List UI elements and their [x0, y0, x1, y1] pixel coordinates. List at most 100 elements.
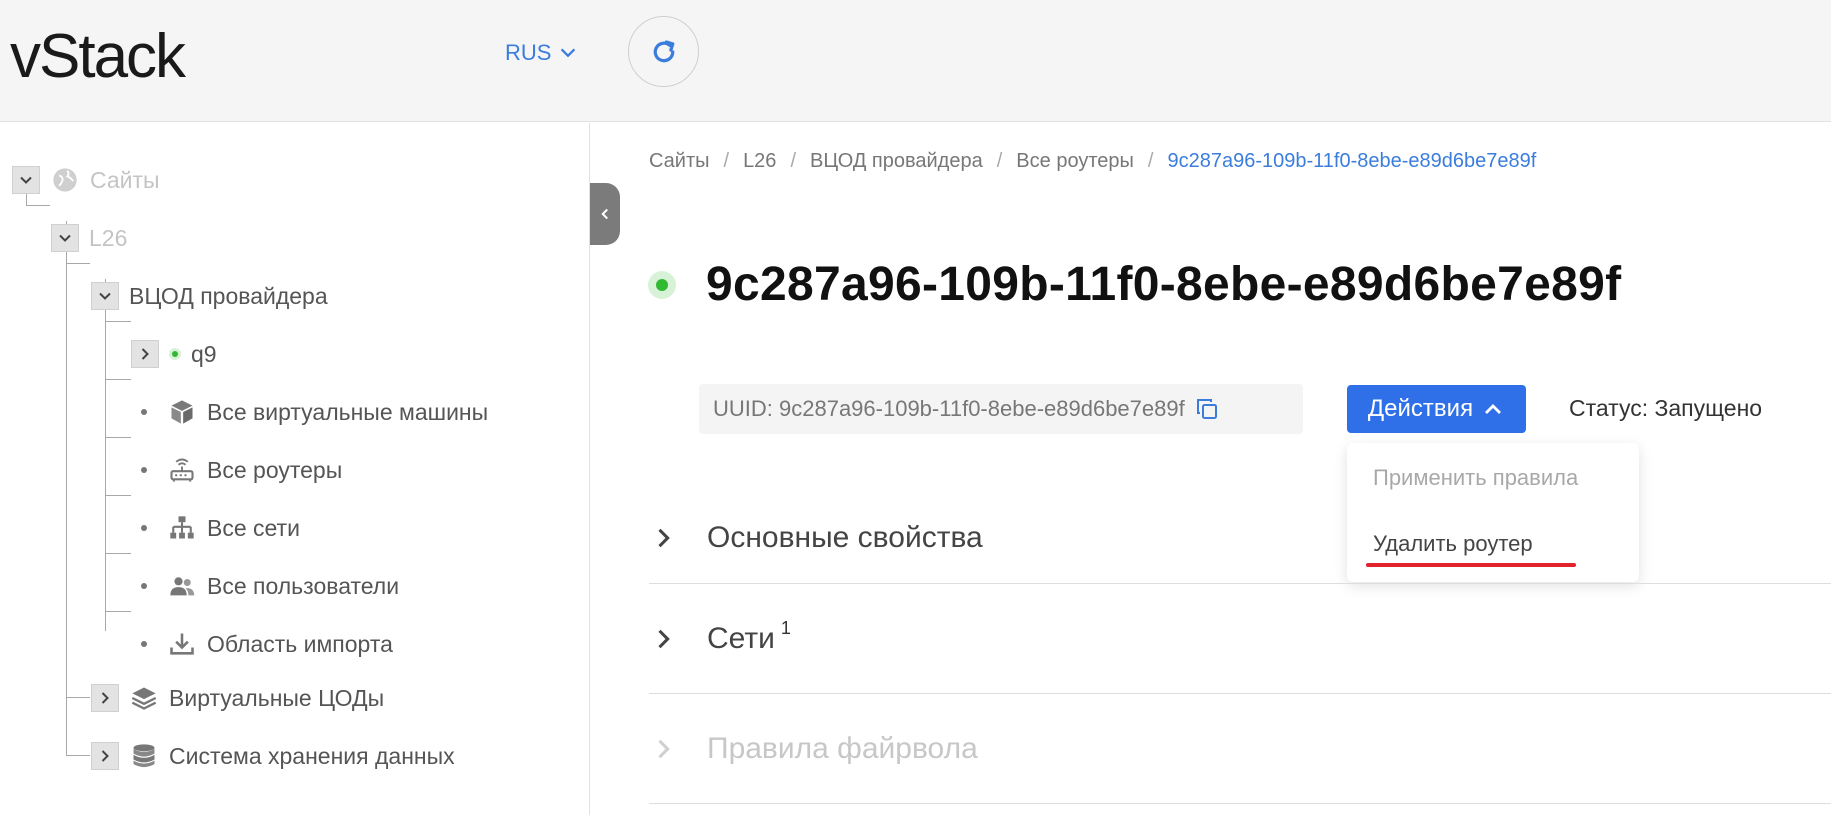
tree-label: ВЦОД провайдера: [129, 282, 328, 309]
tree-node-all-vms[interactable]: Все виртуальные машины: [141, 395, 488, 429]
tree-node-q9[interactable]: q9: [131, 337, 217, 371]
tree-line: [105, 321, 131, 322]
database-icon: [129, 741, 159, 771]
sidebar-tree: Сайты L26 ВЦОД провайдера q9 Все виртуал…: [0, 123, 590, 815]
tree-label: Все сети: [207, 514, 300, 541]
tree-node-l26[interactable]: L26: [51, 221, 127, 255]
chevron-down-icon: [561, 48, 576, 58]
breadcrumb-item-all-routers[interactable]: Все роутеры: [1016, 150, 1134, 173]
chevron-down-icon: [99, 292, 111, 300]
tree-bullet: [141, 583, 147, 589]
cube-icon: [167, 397, 197, 427]
networks-count-badge: 1: [780, 618, 791, 638]
chevron-right-icon: [141, 348, 149, 360]
globe-icon: [50, 165, 80, 195]
status-label: Статус: Запущено: [1569, 395, 1763, 421]
actions-dropdown-button[interactable]: Действия: [1347, 385, 1526, 433]
tree-line: [66, 221, 67, 681]
breadcrumb-item-sites[interactable]: Сайты: [649, 150, 710, 173]
tree-bullet: [141, 525, 147, 531]
section-title: Сети: [707, 621, 775, 655]
tree-node-all-users[interactable]: Все пользователи: [141, 569, 399, 603]
tree-toggle[interactable]: [91, 684, 119, 712]
tree-line: [66, 697, 90, 698]
uuid-field: UUID: 9c287a96-109b-11f0-8ebe-e89d6be7e8…: [699, 384, 1303, 434]
page-title-row: 9c287a96-109b-11f0-8ebe-e89d6be7e89f: [648, 257, 1621, 312]
tree-bullet: [141, 641, 147, 647]
tree-node-storage[interactable]: Система хранения данных: [91, 739, 455, 773]
vstack-logo[interactable]: vStack: [10, 22, 186, 92]
language-selector[interactable]: RUS: [505, 40, 579, 66]
tree-label: Система хранения данных: [169, 742, 455, 769]
refresh-icon: [653, 39, 674, 62]
users-icon: [167, 571, 197, 601]
section-basic-properties[interactable]: Основные свойства: [649, 492, 1831, 584]
tree-bullet: [141, 467, 147, 473]
tree-node-import-area[interactable]: Область импорта: [141, 627, 393, 661]
breadcrumb-current: 9c287a96-109b-11f0-8ebe-e89d6be7e89f: [1167, 150, 1537, 172]
tree-line: [26, 205, 50, 206]
sidebar-collapse-button[interactable]: [590, 183, 620, 245]
tree-label: L26: [89, 224, 128, 251]
tree-line: [105, 495, 131, 496]
tree-node-virtual-dcs[interactable]: Виртуальные ЦОДы: [91, 681, 384, 715]
tree-line: [105, 437, 131, 438]
tree-label: q9: [191, 340, 217, 367]
breadcrumb-item-l26[interactable]: L26: [743, 150, 776, 173]
tree-line: [105, 379, 131, 380]
tree-label: Все пользователи: [207, 572, 400, 599]
breadcrumb-separator: /: [790, 150, 796, 172]
tree-node-vcod-provider[interactable]: ВЦОД провайдера: [91, 279, 328, 313]
breadcrumb-item-vcod-provider[interactable]: ВЦОД провайдера: [810, 150, 983, 173]
tree-label: Сайты: [90, 166, 160, 193]
tree-label: Все виртуальные машины: [207, 398, 489, 425]
router-icon: [167, 455, 197, 485]
chevron-right-icon: [658, 739, 670, 758]
tree-line: [66, 681, 67, 755]
tree-line: [105, 279, 106, 631]
language-label: RUS: [505, 40, 552, 65]
copy-icon[interactable]: [1195, 397, 1219, 421]
tree-line: [66, 755, 90, 756]
tree-label: Все роутеры: [207, 456, 343, 483]
actions-label: Действия: [1367, 395, 1474, 422]
tree-toggle[interactable]: [131, 340, 159, 368]
section-firewall-rules[interactable]: Правила файрвола: [649, 694, 1831, 804]
status-running-icon: [648, 270, 676, 299]
section-networks[interactable]: Сети 1: [649, 584, 1831, 694]
tree-label: Виртуальные ЦОДы: [169, 684, 385, 711]
chevron-right-icon: [658, 629, 670, 648]
breadcrumb-separator: /: [996, 150, 1003, 172]
chevron-down-icon: [20, 176, 32, 184]
tree-toggle[interactable]: [51, 224, 79, 252]
chevron-left-icon: [601, 208, 608, 220]
breadcrumb-separator: /: [1147, 150, 1154, 172]
status-running-icon: [169, 348, 181, 360]
uuid-text: UUID: 9c287a96-109b-11f0-8ebe-e89d6be7e8…: [713, 396, 1185, 421]
tree-node-sites[interactable]: Сайты: [12, 163, 160, 197]
tree-line: [105, 611, 131, 612]
tree-node-all-networks[interactable]: Все сети: [141, 511, 300, 545]
tree-node-all-routers[interactable]: Все роутеры: [141, 453, 342, 487]
section-title: Основные свойства: [707, 520, 983, 554]
breadcrumb-separator: /: [723, 150, 730, 172]
chevron-up-icon: [1485, 404, 1502, 414]
chevron-right-icon: [101, 692, 109, 704]
tree-line: [105, 553, 131, 554]
layers-icon: [129, 683, 159, 713]
tree-toggle[interactable]: [91, 282, 119, 310]
tree-line: [66, 263, 90, 264]
network-icon: [167, 513, 197, 543]
tree-toggle[interactable]: [91, 742, 119, 770]
tree-toggle[interactable]: [12, 166, 40, 194]
chevron-right-icon: [101, 750, 109, 762]
download-icon: [167, 629, 197, 659]
page-title: 9c287a96-109b-11f0-8ebe-e89d6be7e89f: [706, 258, 1622, 311]
section-title: Правила файрвола: [707, 731, 978, 765]
menu-item-apply-rules[interactable]: Применить правила: [1373, 465, 1578, 491]
breadcrumb: Сайты / L26 / ВЦОД провайдера / Все роут…: [649, 150, 1536, 173]
tree-label: Область импорта: [207, 630, 393, 657]
chevron-right-icon: [658, 528, 670, 547]
chevron-down-icon: [59, 234, 71, 242]
refresh-button[interactable]: [628, 16, 699, 87]
